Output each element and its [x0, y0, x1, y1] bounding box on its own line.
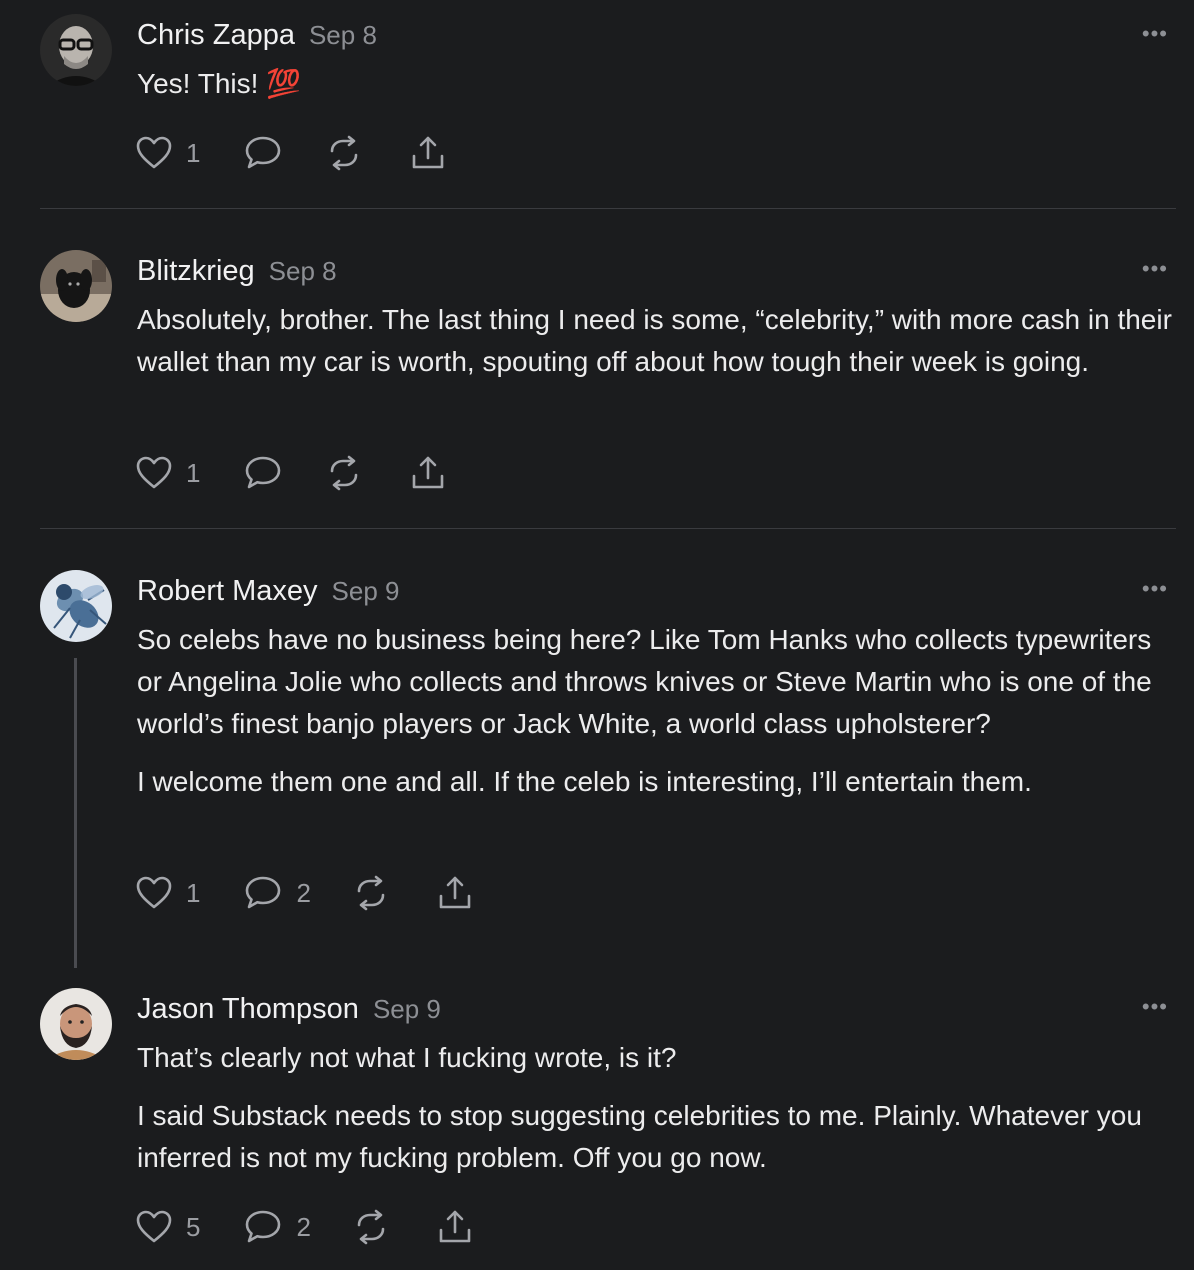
like-button[interactable]: 1 [136, 136, 200, 170]
comment-paragraph: So celebs have no business being here? L… [137, 624, 1152, 739]
comment-paragraph: Yes! This! 💯 [137, 68, 302, 99]
share-button[interactable] [410, 454, 446, 492]
reply-button[interactable] [244, 135, 282, 171]
comment-bubble-icon [244, 455, 282, 491]
avatar[interactable] [40, 14, 112, 86]
comment-date: Sep 8 [308, 20, 377, 50]
comment-body: Yes! This! 💯 [137, 63, 1177, 105]
avatar[interactable] [40, 250, 112, 322]
comment-paragraph: That’s clearly not what I fucking wrote,… [137, 1042, 677, 1073]
avatar[interactable] [40, 570, 112, 642]
comment-divider [40, 208, 1176, 209]
restack-icon [353, 875, 389, 911]
author-name[interactable]: Chris Zappa Sep 8 [137, 17, 377, 53]
like-count: 1 [186, 457, 201, 488]
reply-count: 2 [296, 1211, 311, 1242]
like-button[interactable]: 1 [136, 456, 200, 490]
restack-icon [326, 135, 362, 171]
like-button[interactable]: 5 [136, 1210, 200, 1244]
share-icon [437, 1208, 473, 1246]
restack-button[interactable] [326, 455, 362, 491]
heart-icon [136, 1210, 172, 1244]
reply-button[interactable]: 2 [244, 875, 311, 911]
restack-icon [326, 455, 362, 491]
like-button[interactable]: 1 [136, 876, 200, 910]
more-options-icon[interactable]: ••• [1142, 578, 1168, 600]
comment-body: So celebs have no business being here? L… [137, 619, 1177, 803]
comment-bubble-icon [244, 1209, 282, 1245]
comment-date: Sep 8 [268, 256, 337, 286]
comment-actions: 1 2 [136, 873, 473, 913]
like-count: 1 [186, 877, 201, 908]
reply-count: 2 [296, 877, 311, 908]
restack-button[interactable] [353, 1209, 389, 1245]
share-button[interactable] [410, 134, 446, 172]
more-options-icon[interactable]: ••• [1142, 258, 1168, 280]
restack-button[interactable] [326, 135, 362, 171]
reply-button[interactable]: 2 [244, 1209, 311, 1245]
share-icon [410, 134, 446, 172]
avatar[interactable] [40, 988, 112, 1060]
reply-button[interactable] [244, 455, 282, 491]
author-name[interactable]: Robert Maxey Sep 9 [137, 573, 399, 609]
restack-button[interactable] [353, 875, 389, 911]
heart-icon [136, 876, 172, 910]
comment-bubble-icon [244, 135, 282, 171]
share-button[interactable] [437, 1208, 473, 1246]
comment-actions: 1 [136, 453, 446, 493]
like-count: 1 [186, 137, 201, 168]
comment-paragraph: I welcome them one and all. If the celeb… [137, 766, 1032, 797]
comment-bubble-icon [244, 875, 282, 911]
comment-body: That’s clearly not what I fucking wrote,… [137, 1037, 1177, 1179]
share-button[interactable] [437, 874, 473, 912]
comment-date: Sep 9 [331, 576, 400, 606]
heart-icon [136, 136, 172, 170]
restack-icon [353, 1209, 389, 1245]
comment-body: Absolutely, brother. The last thing I ne… [137, 299, 1177, 383]
comment-actions: 5 2 [136, 1207, 473, 1247]
more-options-icon[interactable]: ••• [1142, 23, 1168, 45]
like-count: 5 [186, 1211, 201, 1242]
author-name[interactable]: Jason Thompson Sep 9 [137, 991, 441, 1027]
comment-actions: 1 [136, 133, 446, 173]
heart-icon [136, 456, 172, 490]
share-icon [437, 874, 473, 912]
comment-divider [40, 528, 1176, 529]
comment-paragraph: I said Substack needs to stop suggesting… [137, 1100, 1142, 1173]
more-options-icon[interactable]: ••• [1142, 996, 1168, 1018]
comment-paragraph: Absolutely, brother. The last thing I ne… [137, 304, 1172, 377]
share-icon [410, 454, 446, 492]
author-name[interactable]: Blitzkrieg Sep 8 [137, 253, 337, 289]
thread-connector-line [74, 658, 77, 968]
comment-date: Sep 9 [372, 994, 441, 1024]
